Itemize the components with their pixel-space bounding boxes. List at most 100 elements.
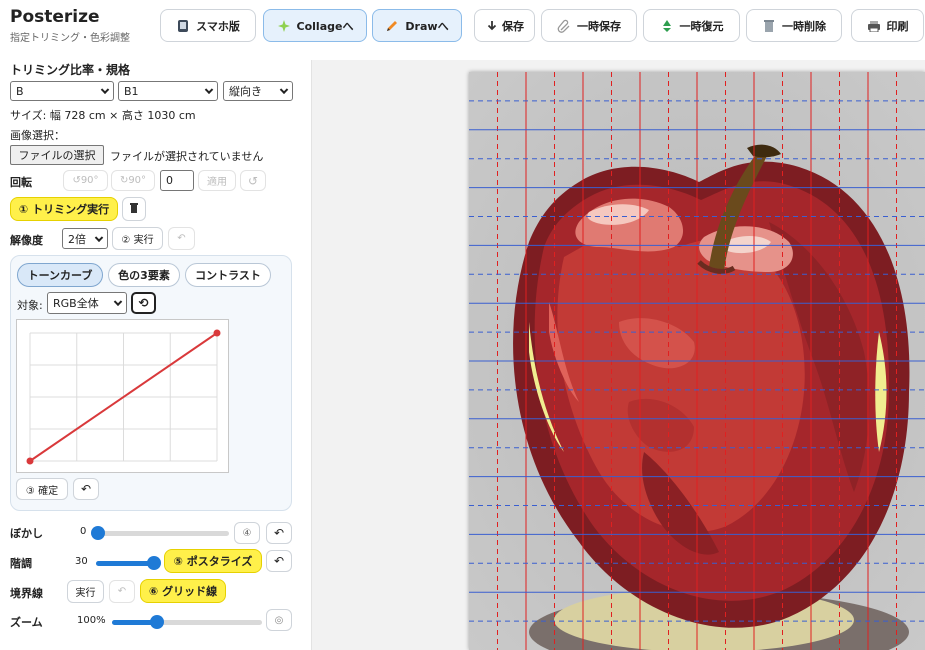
size-select[interactable]: B1 xyxy=(118,81,218,101)
rotate-angle-input[interactable]: 0 xyxy=(160,170,194,191)
trash-icon xyxy=(130,202,138,216)
tone-confirm-button[interactable]: ③ 確定 xyxy=(16,478,68,500)
save-button[interactable]: 保存 xyxy=(474,9,535,42)
trim-exec-button[interactable]: ① トリミング実行 xyxy=(10,197,118,221)
mobile-label: スマホ版 xyxy=(196,19,240,33)
undo-icon: ↶ xyxy=(273,554,285,568)
tone-undo-button[interactable]: ↶ xyxy=(73,478,99,500)
zoom-reset-icon: ◎ xyxy=(274,614,284,626)
resolution-undo-button[interactable]: ↶ xyxy=(168,227,195,250)
temp-save-button[interactable]: 一時保存 xyxy=(541,9,637,42)
temp-restore-button[interactable]: 一時復元 xyxy=(643,9,740,42)
tone-confirm-label: ③ 確定 xyxy=(25,485,59,497)
tab-contrast[interactable]: コントラスト xyxy=(185,263,271,287)
tab-tone-curve-label: トーンカーブ xyxy=(27,269,93,282)
preview-canvas[interactable] xyxy=(469,72,925,650)
levels-label: 階調 xyxy=(10,557,32,570)
draw-label: Drawへ xyxy=(405,19,449,33)
target-select[interactable]: RGB全体 xyxy=(47,292,127,314)
temp-delete-label: 一時削除 xyxy=(782,19,826,33)
paperclip-icon xyxy=(557,19,571,33)
rotate-label: 回転 xyxy=(10,176,32,189)
blur-label: ぼかし xyxy=(10,527,43,540)
levels-slider-thumb[interactable] xyxy=(147,556,161,570)
size-readout: サイズ: 幅 728 cm × 高さ 1030 cm xyxy=(10,109,196,122)
rotate-cw-button[interactable]: ↻90° xyxy=(111,170,155,191)
zoom-slider-thumb[interactable] xyxy=(150,615,164,629)
chevron-down-icon xyxy=(100,85,110,95)
tab-contrast-label: コントラスト xyxy=(195,269,261,282)
reset-icon: ⟲ xyxy=(138,296,149,310)
zoom-label: ズーム xyxy=(10,616,43,629)
chevron-down-icon xyxy=(113,297,123,307)
series-select[interactable]: B xyxy=(10,81,114,101)
resolution-exec-button[interactable]: ② 実行 xyxy=(112,227,163,250)
tab-tone-curve[interactable]: トーンカーブ xyxy=(17,263,103,287)
temp-restore-label: 一時復元 xyxy=(679,19,724,33)
download-icon xyxy=(485,19,499,33)
zoom-value: 100% xyxy=(77,615,106,626)
rotate-angle-value: 0 xyxy=(166,174,173,187)
tab-color-elements-label: 色の3要素 xyxy=(118,269,170,282)
resolution-select-value: 2倍 xyxy=(68,232,86,246)
phone-icon xyxy=(176,19,190,33)
posterize-label: ⑤ ポスタライズ xyxy=(173,555,253,568)
target-select-value: RGB全体 xyxy=(53,297,99,310)
tone-curve-canvas[interactable] xyxy=(17,320,228,472)
print-button[interactable]: 印刷 xyxy=(851,9,924,42)
curve-point-black[interactable] xyxy=(26,457,34,465)
file-choose-button[interactable]: ファイルの選択 xyxy=(10,145,104,165)
rotate-ccw-label: ↺90° xyxy=(72,175,99,186)
target-reset-button[interactable]: ⟲ xyxy=(131,292,156,314)
blur-step-label: ④ xyxy=(242,527,252,539)
blur-value: 0 xyxy=(80,526,87,537)
grid-line-button[interactable]: ⑥ グリッド線 xyxy=(140,579,226,603)
target-label: 対象: xyxy=(17,299,43,312)
grid-line-label: ⑥ グリッド線 xyxy=(148,585,218,598)
file-status: ファイルが選択されていません xyxy=(110,150,264,163)
blur-step-button[interactable]: ④ xyxy=(234,522,260,544)
border-exec-button[interactable]: 実行 xyxy=(67,580,104,603)
curve-point-white[interactable] xyxy=(213,329,221,337)
rotate-apply-button[interactable]: 適用 xyxy=(198,170,236,191)
border-undo-button[interactable]: ↶ xyxy=(109,580,135,603)
blur-undo-button[interactable]: ↶ xyxy=(266,522,292,544)
blur-slider-thumb[interactable] xyxy=(91,526,105,540)
levels-value: 30 xyxy=(75,556,88,567)
blur-slider[interactable] xyxy=(91,526,229,540)
border-exec-label: 実行 xyxy=(75,588,96,599)
resolution-exec-label: ② 実行 xyxy=(121,235,154,246)
chevron-down-icon xyxy=(204,85,214,95)
image-select-label: 画像選択： xyxy=(10,129,65,142)
chevron-down-icon xyxy=(94,233,104,242)
rotate-apply-label: 適用 xyxy=(207,177,227,188)
levels-slider[interactable] xyxy=(96,556,161,570)
posterized-apple-image xyxy=(469,72,925,650)
draw-button[interactable]: Drawへ xyxy=(372,9,462,42)
tab-color-elements[interactable]: 色の3要素 xyxy=(108,263,180,287)
resolution-label: 解像度 xyxy=(10,234,43,247)
reset-icon: ↺ xyxy=(247,173,259,188)
rotate-reset-button[interactable]: ↺ xyxy=(240,170,266,191)
zoom-reset-button[interactable]: ◎ xyxy=(266,609,292,631)
levels-slider-fill xyxy=(96,561,154,566)
zoom-slider[interactable] xyxy=(112,615,262,629)
collage-button[interactable]: Collageへ xyxy=(263,9,367,42)
rotate-ccw-button[interactable]: ↺90° xyxy=(63,170,108,191)
collage-label: Collageへ xyxy=(296,19,354,33)
border-label: 境界線 xyxy=(10,587,43,600)
trim-delete-button[interactable] xyxy=(122,197,146,221)
undo-icon: ↶ xyxy=(80,482,92,496)
app-subtitle: 指定トリミング・色彩調整 xyxy=(10,33,130,44)
levels-undo-button[interactable]: ↶ xyxy=(266,550,292,572)
undo-icon: ↶ xyxy=(117,586,127,597)
undo-icon: ↶ xyxy=(177,233,186,244)
mobile-button[interactable]: スマホ版 xyxy=(160,9,256,42)
posterize-button[interactable]: ⑤ ポスタライズ xyxy=(164,549,262,573)
tone-curve-editor[interactable] xyxy=(16,319,229,473)
size-select-value: B1 xyxy=(124,84,139,98)
resolution-select[interactable]: 2倍 xyxy=(62,228,108,249)
sparkle-icon xyxy=(277,19,291,33)
orientation-select[interactable]: 縦向き xyxy=(223,81,293,101)
temp-delete-button[interactable]: 一時削除 xyxy=(746,9,842,42)
